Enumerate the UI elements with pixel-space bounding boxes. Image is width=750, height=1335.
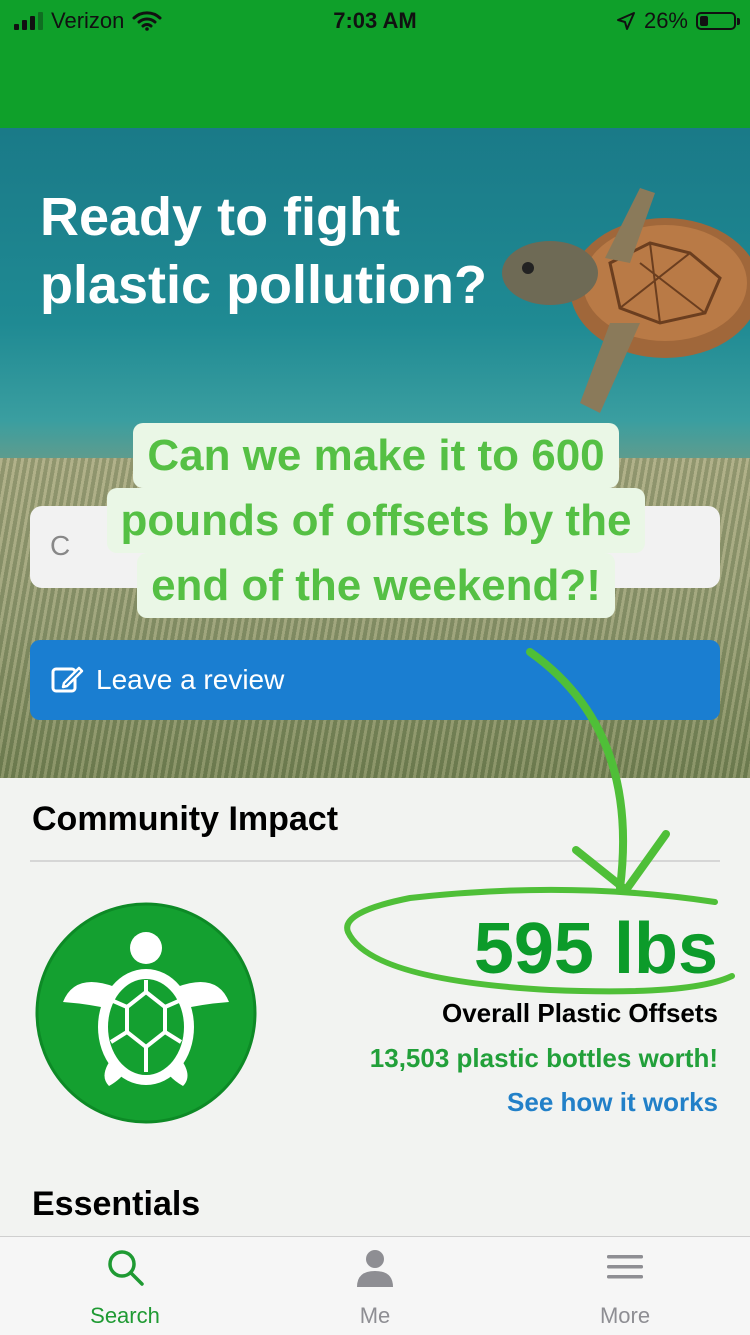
overlay-line-2: pounds of offsets by the [106, 488, 646, 553]
status-right: 26% [616, 8, 740, 34]
status-bar: Verizon 7:03 AM 26% [0, 0, 750, 42]
section-divider [30, 860, 720, 862]
see-how-it-works-link[interactable]: See how it works [507, 1087, 718, 1118]
leave-review-label: Leave a review [96, 664, 285, 695]
tab-me[interactable]: Me [250, 1237, 500, 1335]
hero-title-line-1: Ready to fight [40, 187, 400, 247]
promo-overlay-text: Can we make it to 600 pounds of offsets … [66, 423, 686, 618]
tab-me-label: Me [359, 1303, 391, 1328]
bottles-equivalent: 13,503 plastic bottles worth! [369, 1043, 718, 1073]
location-icon [616, 12, 635, 30]
edit-icon [51, 666, 84, 693]
tab-more[interactable]: More [500, 1237, 750, 1335]
community-impact-title: Community Impact [32, 800, 339, 838]
essentials-title: Essentials [32, 1185, 201, 1223]
battery-icon [696, 12, 740, 30]
leave-review-button[interactable]: Leave a review [30, 640, 720, 720]
turtle-logo-icon [35, 902, 257, 1124]
person-icon [357, 1250, 393, 1287]
battery-percent: 26% [643, 8, 688, 33]
impact-label: Overall Plastic Offsets [441, 998, 718, 1028]
tab-bar: Search Me More [0, 1236, 750, 1335]
hero-title-line-2: plastic pollution? [40, 255, 487, 315]
tab-more-label: More [599, 1303, 651, 1328]
overlay-line-1: Can we make it to 600 [133, 423, 619, 488]
hero-banner: Ready to fight plastic pollution? C Can … [0, 128, 750, 778]
tab-search[interactable]: Search [0, 1237, 250, 1335]
tab-search-label: Search [90, 1303, 160, 1328]
impact-value: 595 lbs [473, 909, 718, 989]
hero-title: Ready to fight plastic pollution? [40, 183, 560, 319]
overlay-line-3: end of the weekend?! [137, 553, 615, 618]
search-icon [108, 1250, 144, 1286]
header-bar: Verizon 7:03 AM 26% [0, 0, 750, 128]
menu-icon [607, 1255, 643, 1279]
